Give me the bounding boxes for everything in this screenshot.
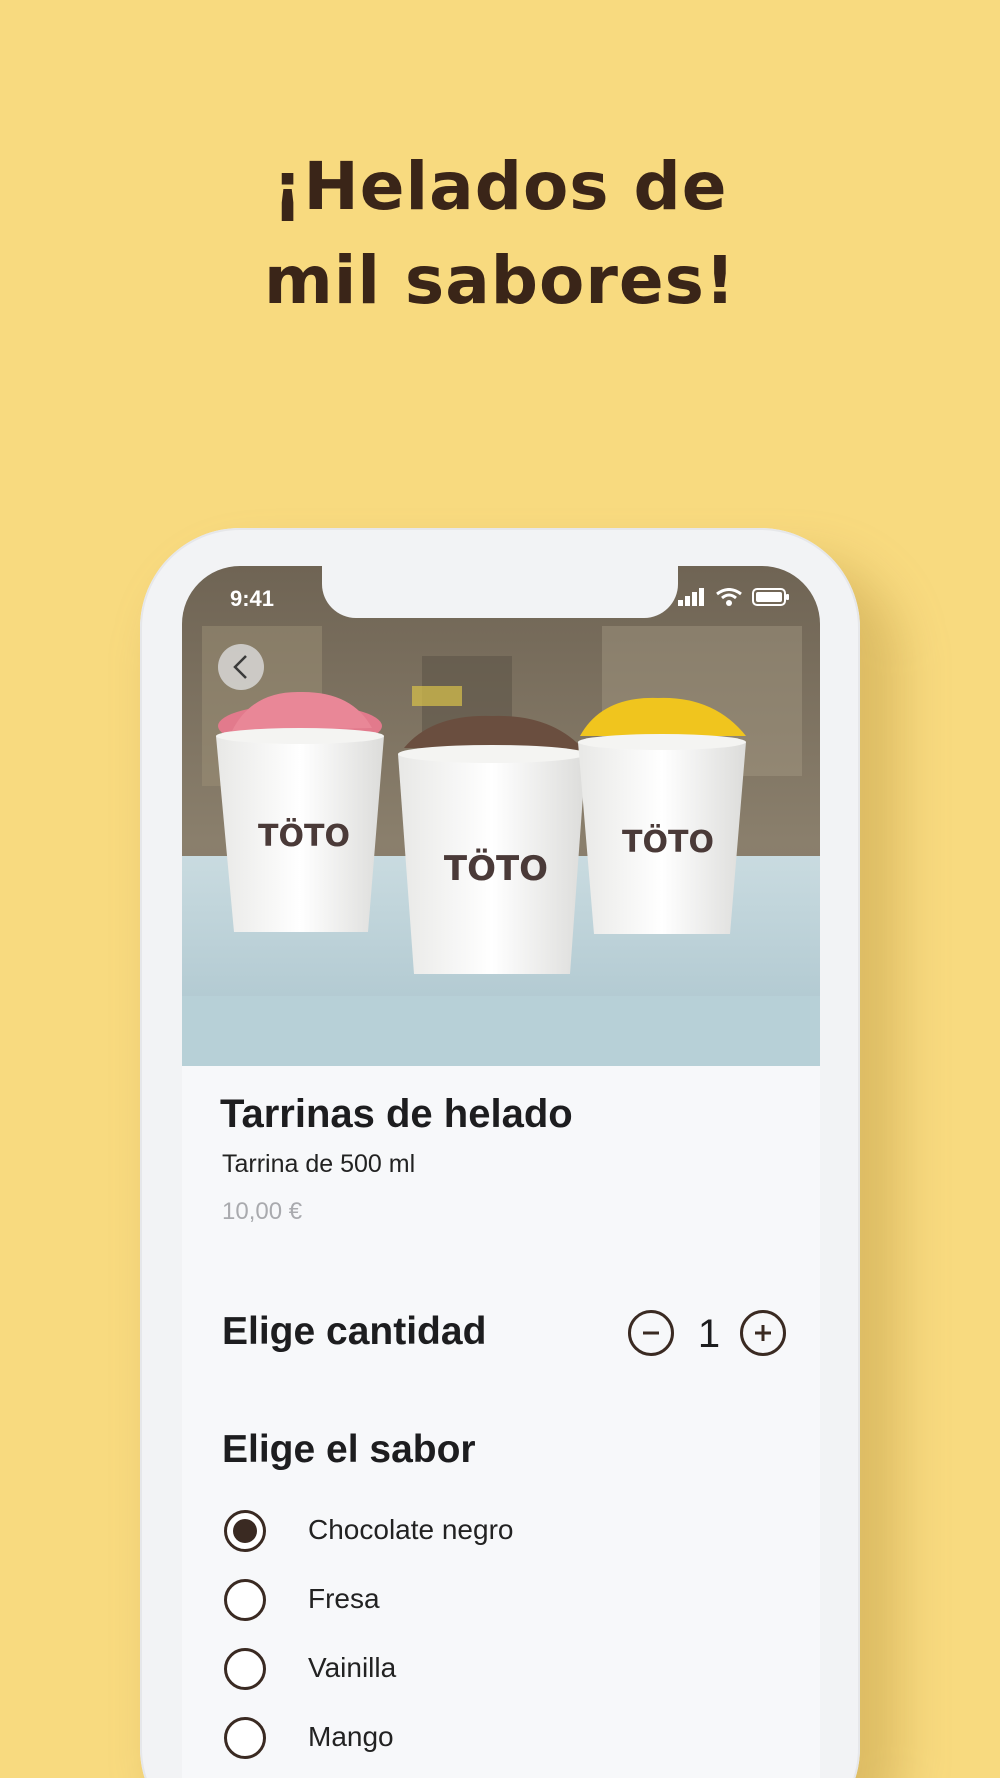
- flavor-label: Elige el sabor: [222, 1428, 476, 1471]
- wifi-icon: [716, 588, 742, 606]
- flavor-option-label: Mango: [308, 1721, 394, 1752]
- svg-text:TÖTO: TÖTO: [444, 848, 548, 889]
- radio-button[interactable]: [224, 1579, 266, 1621]
- radio-button[interactable]: [224, 1648, 266, 1690]
- flavor-option-chocolate-negro[interactable]: Chocolate negro: [224, 1506, 764, 1556]
- svg-text:TÖTO: TÖTO: [258, 817, 350, 854]
- quantity-stepper: 1: [628, 1310, 788, 1358]
- product-title: Tarrinas de helado: [220, 1092, 573, 1136]
- radio-button-selected[interactable]: [224, 1510, 266, 1552]
- flavor-option-vainilla[interactable]: Vainilla: [224, 1644, 764, 1694]
- svg-text:TÖTO: TÖTO: [622, 823, 714, 860]
- phone-notch: [322, 566, 678, 618]
- flavor-option-label: Chocolate negro: [308, 1514, 514, 1545]
- plus-circle-icon: [755, 1325, 771, 1341]
- increase-quantity-button[interactable]: [740, 1310, 786, 1356]
- flavor-option-fresa[interactable]: Fresa: [224, 1575, 764, 1625]
- promo-headline: ¡Helados de mil sabores!: [0, 140, 1000, 328]
- product-photo: TÖTO TÖTO TÖTO: [182, 566, 820, 1066]
- quantity-label: Elige cantidad: [222, 1310, 487, 1353]
- headline-line-2: mil sabores!: [263, 242, 737, 319]
- product-price: 10,00 €: [222, 1198, 303, 1225]
- decrease-quantity-button[interactable]: [628, 1310, 674, 1356]
- minus-circle-icon: [643, 1331, 659, 1335]
- phone-screen: TÖTO TÖTO TÖTO 9:41 Tarrinas de helado T…: [182, 566, 820, 1778]
- status-icons: [678, 588, 790, 606]
- back-button[interactable]: [218, 644, 264, 690]
- battery-icon: [752, 588, 789, 606]
- product-subtitle: Tarrina de 500 ml: [222, 1150, 416, 1178]
- radio-button[interactable]: [224, 1717, 266, 1759]
- quantity-value: 1: [697, 1312, 721, 1356]
- chevron-left-icon: [233, 655, 247, 679]
- status-time: 9:41: [230, 586, 275, 611]
- flavor-option-label: Fresa: [308, 1583, 380, 1614]
- headline-line-1: ¡Helados de: [272, 148, 728, 225]
- flavor-option-mango[interactable]: Mango: [224, 1713, 764, 1763]
- flavor-option-label: Vainilla: [308, 1652, 397, 1683]
- signal-icon: [678, 588, 704, 606]
